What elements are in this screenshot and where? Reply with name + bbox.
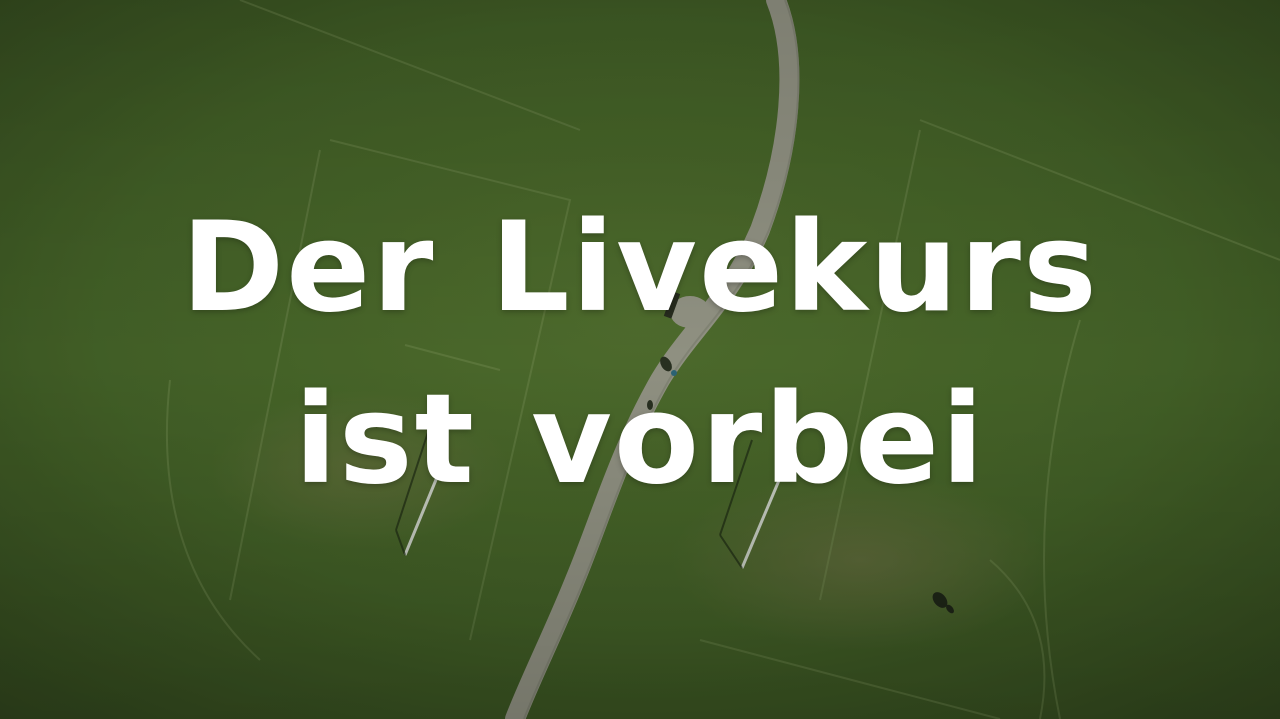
headline-line-1: Der Livekurs bbox=[181, 196, 1099, 340]
hero-scene: Der Livekurs ist vorbei bbox=[0, 0, 1280, 719]
headline: Der Livekurs ist vorbei bbox=[0, 182, 1280, 526]
headline-line-2: ist vorbei bbox=[294, 368, 986, 512]
